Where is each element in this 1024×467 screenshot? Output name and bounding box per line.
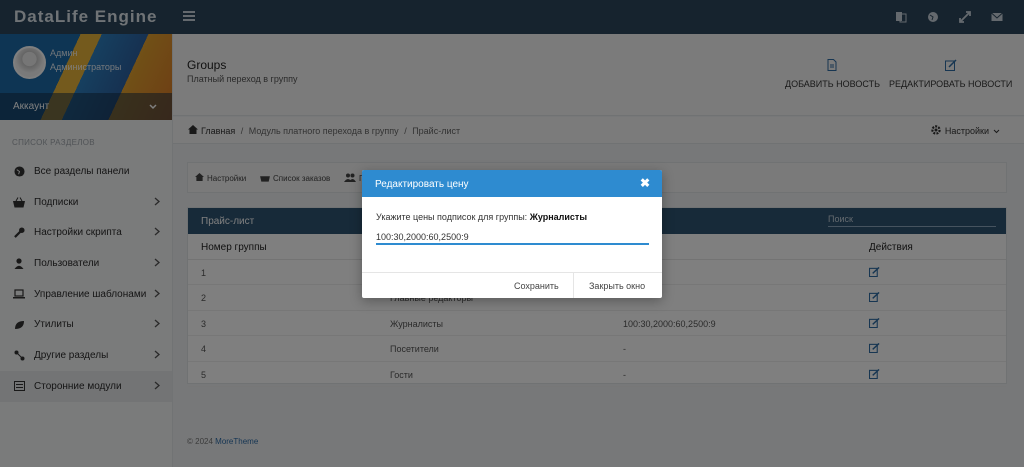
modal-footer: Сохранить Закрыть окно — [362, 272, 662, 298]
close-window-button[interactable]: Закрыть окно — [589, 281, 645, 291]
save-button[interactable]: Сохранить — [514, 281, 559, 291]
price-field-label: Укажите цены подписок для группы: Журнал… — [376, 212, 587, 222]
price-field-label-text: Укажите цены подписок для группы: — [376, 212, 528, 222]
modal-header: Редактировать цену ✖ — [362, 170, 662, 197]
edit-price-modal: Редактировать цену ✖ Укажите цены подпис… — [362, 170, 662, 298]
close-icon[interactable]: ✖ — [640, 176, 650, 190]
modal-body: Укажите цены подписок для группы: Журнал… — [362, 197, 662, 272]
price-input[interactable] — [376, 230, 649, 245]
modal-title: Редактировать цену — [375, 179, 469, 190]
price-field-group-name: Журналисты — [529, 212, 588, 222]
footer-divider — [573, 273, 574, 298]
